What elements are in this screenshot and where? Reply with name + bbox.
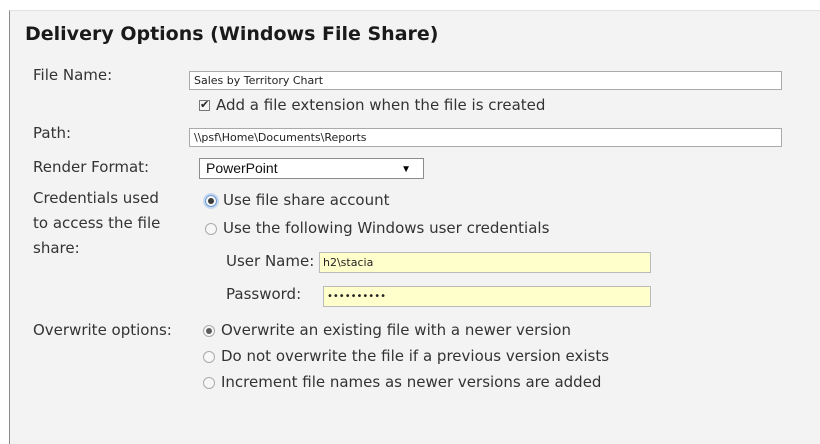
checkmark-icon: ✔ <box>200 98 210 111</box>
page-title: Delivery Options (Windows File Share) <box>25 23 439 45</box>
increment-file-names-label[interactable]: Increment file names as newer versions a… <box>221 371 601 394</box>
use-file-share-account-radio[interactable] <box>205 195 217 207</box>
radio-selected-dot <box>206 328 212 334</box>
chevron-down-icon: ▼ <box>401 164 411 175</box>
do-not-overwrite-radio[interactable] <box>203 351 215 363</box>
render-format-select[interactable]: PowerPoint ▼ <box>199 158 424 179</box>
password-input[interactable] <box>323 286 651 307</box>
do-not-overwrite-label[interactable]: Do not overwrite the file if a previous … <box>221 345 609 368</box>
overwrite-existing-label[interactable]: Overwrite an existing file with a newer … <box>221 319 571 342</box>
radio-selected-dot <box>208 198 214 204</box>
use-windows-credentials-radio[interactable] <box>205 223 217 235</box>
credentials-label-line3: share: <box>33 239 80 257</box>
path-input[interactable] <box>189 128 782 147</box>
user-name-input[interactable] <box>319 252 651 273</box>
increment-file-names-radio[interactable] <box>203 377 215 389</box>
credentials-label-line1: Credentials used <box>33 189 159 207</box>
use-file-share-account-label[interactable]: Use file share account <box>223 189 390 212</box>
use-windows-credentials-label[interactable]: Use the following Windows user credentia… <box>223 217 549 240</box>
file-name-label: File Name: <box>33 66 113 84</box>
overwrite-existing-radio[interactable] <box>203 325 215 337</box>
credentials-label-line2: to access the file <box>33 214 161 232</box>
password-label: Password: <box>226 285 302 303</box>
file-name-input[interactable] <box>189 71 782 90</box>
user-name-label: User Name: <box>226 252 315 270</box>
overwrite-options-label: Overwrite options: <box>33 321 172 339</box>
add-extension-checkbox[interactable]: ✔ <box>199 98 210 111</box>
add-extension-label[interactable]: Add a file extension when the file is cr… <box>216 94 545 117</box>
render-format-label: Render Format: <box>33 158 150 176</box>
path-label: Path: <box>33 124 72 142</box>
render-format-value: PowerPoint <box>206 160 278 176</box>
